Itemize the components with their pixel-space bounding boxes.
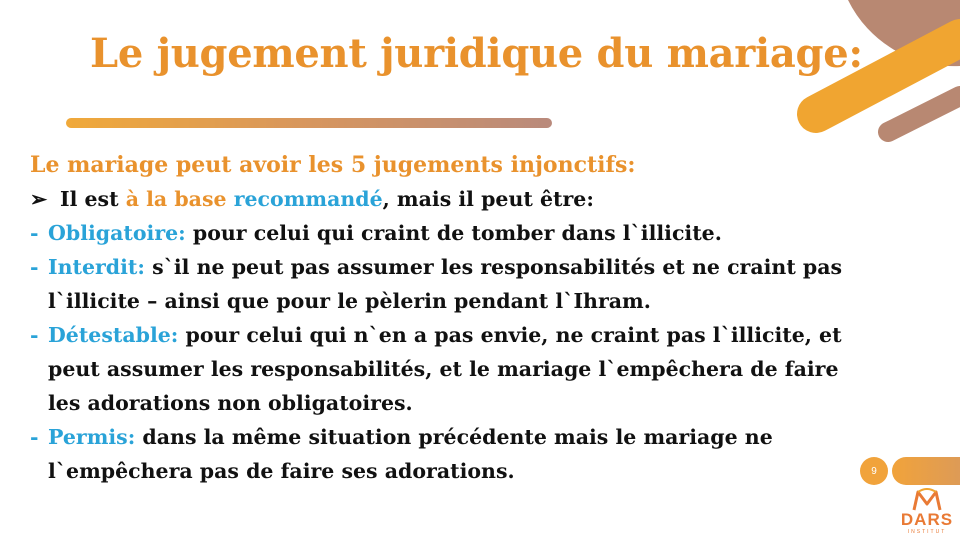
logo-tagline: INSTITUT	[907, 529, 947, 535]
logo-mark-icon	[912, 488, 942, 511]
item-term: Permis:	[48, 425, 136, 449]
dars-logo: DARS INSTITUT	[896, 488, 958, 538]
list-item-interdit: - Interdit: s`il ne peut pas assumer les…	[30, 250, 930, 318]
list-item-permis: - Permis: dans la même situation précéde…	[30, 420, 930, 488]
intro-text-before: Il est	[60, 187, 126, 211]
list-dash: -	[30, 323, 39, 347]
title-underline	[66, 118, 552, 128]
list-item-continuation: l`illicite – ainsi que pour le pèlerin p…	[48, 289, 651, 313]
list-item-line: Permis: dans la même situation précédent…	[48, 420, 930, 454]
list-dash: -	[30, 221, 39, 245]
slide-content: Le mariage peut avoir les 5 jugements in…	[30, 148, 930, 488]
logo-name: DARS	[900, 510, 954, 529]
list-item-line: Obligatoire: pour celui qui craint de to…	[48, 216, 930, 250]
list-item-obligatoire: - Obligatoire: pour celui qui craint de …	[30, 216, 930, 250]
arrow-bullet-icon: ➢	[30, 187, 48, 211]
list-dash: -	[30, 255, 39, 279]
item-text: dans la même situation précédente mais l…	[135, 425, 773, 449]
list-item-continuation: l`empêchera pas de faire ses adorations.	[48, 459, 515, 483]
list-item-continuation: peut assumer les responsabilités, et le …	[48, 357, 839, 381]
intro-text-after: , mais il peut être:	[382, 187, 594, 211]
list-dash: -	[30, 425, 39, 449]
intro-highlight-base: à la base	[125, 187, 227, 211]
item-text: s`il ne peut pas assumer les responsabil…	[144, 255, 843, 279]
list-item-line: Détestable: pour celui qui n`en a pas en…	[48, 318, 930, 352]
page-number: 9	[860, 457, 888, 485]
intro-line: ➢ Il est à la base recommandé , mais il …	[30, 182, 930, 216]
list-item-continuation: les adorations non obligatoires.	[48, 391, 413, 415]
list-item-detestable: - Détestable: pour celui qui n`en a pas …	[30, 318, 930, 420]
content-subtitle: Le mariage peut avoir les 5 jugements in…	[30, 152, 636, 178]
item-term: Détestable:	[48, 323, 179, 347]
intro-highlight-recommended: recommandé	[233, 187, 383, 211]
intro-space	[227, 182, 234, 216]
item-term: Obligatoire:	[48, 221, 186, 245]
item-text: pour celui qui craint de tomber dans l`i…	[185, 221, 722, 245]
page-number-bar	[892, 457, 960, 485]
list-item-line: Interdit: s`il ne peut pas assumer les r…	[48, 250, 930, 284]
item-text: pour celui qui n`en a pas envie, ne crai…	[178, 323, 842, 347]
slide-title: Le jugement juridique du mariage:	[90, 30, 863, 77]
item-term: Interdit:	[48, 255, 145, 279]
